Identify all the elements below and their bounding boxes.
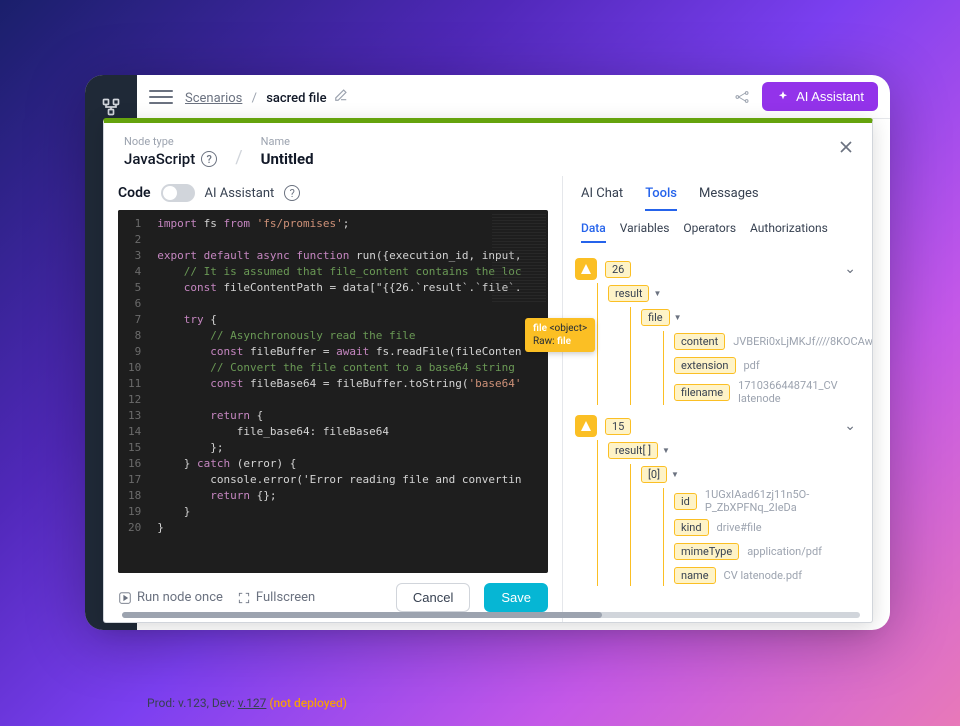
tab-authorizations[interactable]: Authorizations bbox=[750, 221, 828, 243]
tree-key[interactable]: filename bbox=[674, 384, 730, 401]
topbar: Scenarios / sacred file AI Assistant bbox=[137, 75, 890, 119]
tree-value: JVBERi0xLjMKJf////8KOCAwIG9iago8PAov bbox=[733, 335, 872, 348]
code-label: Code bbox=[118, 185, 151, 201]
tree-value: 1UGxIAad61zj11n5O-P_ZbXPFNq_2IeDa bbox=[705, 488, 860, 514]
tab-variables[interactable]: Variables bbox=[620, 221, 670, 243]
dev-version-link[interactable]: v.127 bbox=[238, 696, 267, 710]
tree-key[interactable]: result[ ] bbox=[608, 442, 658, 459]
tab-operators[interactable]: Operators bbox=[683, 221, 736, 243]
diagram-icon[interactable] bbox=[734, 89, 750, 105]
tree-key[interactable]: content bbox=[674, 333, 725, 350]
ai-toggle-label: AI Assistant bbox=[205, 186, 275, 201]
chevron-down-icon[interactable]: ⌄ bbox=[844, 261, 856, 277]
tree-key[interactable]: result bbox=[608, 285, 649, 302]
primary-tabs: AI Chat Tools Messages bbox=[563, 176, 872, 211]
modal-header: Node type JavaScript ? / Name Untitled bbox=[104, 123, 872, 176]
secondary-tabs: Data Variables Operators Authorizations bbox=[563, 211, 872, 243]
data-tree: 26⌄ result▼ file▼ contentJVBERi0xLjMKJf/… bbox=[563, 243, 872, 622]
fullscreen-button[interactable]: Fullscreen bbox=[237, 590, 315, 605]
horizontal-scrollbar[interactable] bbox=[563, 612, 860, 618]
tree-key[interactable]: kind bbox=[674, 519, 709, 536]
tree-value: CV latenode.pdf bbox=[724, 569, 802, 582]
deploy-status: (not deployed) bbox=[269, 696, 347, 710]
inspector-pane: AI Chat Tools Messages Data Variables Op… bbox=[562, 176, 872, 622]
node-type-label: Node type bbox=[124, 135, 217, 148]
breadcrumb-current: sacred file bbox=[266, 91, 326, 106]
breadcrumb: Scenarios / sacred file bbox=[185, 88, 348, 106]
tree-value: drive#file bbox=[717, 521, 762, 534]
hover-tooltip: file <object> Raw: file bbox=[525, 318, 595, 352]
tree-key[interactable]: file bbox=[641, 309, 670, 326]
tree-value: 1710366448741_CV latenode bbox=[738, 379, 860, 405]
node-name[interactable]: Untitled bbox=[261, 150, 314, 168]
code-pane: Code AI Assistant ? 12345678910111213141… bbox=[104, 176, 562, 622]
menu-icon[interactable] bbox=[149, 85, 173, 109]
gutter: 1234567891011121314151617181920 bbox=[118, 210, 149, 573]
tree-key[interactable]: name bbox=[674, 567, 716, 584]
cancel-button[interactable]: Cancel bbox=[396, 583, 470, 612]
node-type: JavaScript ? bbox=[124, 150, 217, 168]
tree-value: pdf bbox=[744, 359, 760, 372]
tab-data[interactable]: Data bbox=[581, 221, 606, 243]
tab-messages[interactable]: Messages bbox=[699, 186, 759, 211]
tree-key[interactable]: extension bbox=[674, 357, 736, 374]
tab-tools[interactable]: Tools bbox=[645, 186, 677, 211]
node-icon bbox=[575, 258, 597, 280]
edit-icon[interactable] bbox=[334, 91, 348, 106]
node-icon bbox=[575, 415, 597, 437]
tree-key[interactable]: id bbox=[674, 493, 697, 510]
help-icon[interactable]: ? bbox=[201, 151, 217, 167]
chevron-down-icon[interactable]: ⌄ bbox=[844, 418, 856, 434]
ai-assistant-button[interactable]: AI Assistant bbox=[762, 82, 878, 111]
minimap[interactable] bbox=[492, 214, 546, 304]
tree-key[interactable]: [0] bbox=[641, 466, 667, 483]
code-editor[interactable]: 1234567891011121314151617181920 import f… bbox=[118, 210, 548, 573]
breadcrumb-root[interactable]: Scenarios bbox=[185, 91, 242, 106]
close-icon[interactable] bbox=[836, 137, 856, 157]
node-editor-modal: Node type JavaScript ? / Name Untitled C… bbox=[103, 118, 873, 623]
tree-key[interactable]: mimeType bbox=[674, 543, 739, 560]
ai-toggle[interactable] bbox=[161, 184, 195, 202]
node-name-label: Name bbox=[261, 135, 314, 148]
save-button[interactable]: Save bbox=[484, 583, 548, 612]
workflow-icon[interactable] bbox=[99, 95, 123, 119]
run-node-once-button[interactable]: Run node once bbox=[118, 590, 223, 605]
version-bar: Prod: v.123, Dev: v.127 (not deployed) bbox=[147, 696, 347, 710]
tree-node-15[interactable]: 15⌄ result[ ]▼ [0]▼ id1UGxIAad61zj11n5O-… bbox=[575, 415, 860, 586]
tree-value: application/pdf bbox=[747, 545, 822, 558]
tab-ai-chat[interactable]: AI Chat bbox=[581, 186, 623, 211]
tree-node-26[interactable]: 26⌄ result▼ file▼ contentJVBERi0xLjMKJf/… bbox=[575, 258, 860, 405]
help-icon[interactable]: ? bbox=[284, 185, 300, 201]
